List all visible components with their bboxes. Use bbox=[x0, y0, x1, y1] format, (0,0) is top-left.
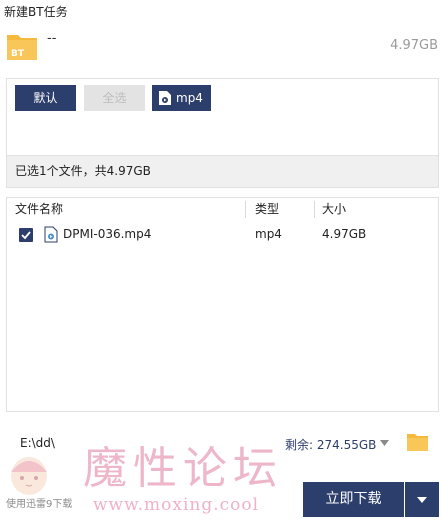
free-space[interactable]: 剩余: 274.55GB bbox=[285, 436, 376, 453]
column-header-name[interactable]: 文件名称 bbox=[15, 198, 63, 220]
browse-folder-button[interactable] bbox=[406, 432, 429, 452]
file-checkbox[interactable] bbox=[19, 228, 33, 242]
default-filter-button[interactable]: 默认 bbox=[15, 85, 76, 111]
video-file-icon bbox=[159, 91, 171, 105]
save-path[interactable]: E:\dd\ bbox=[20, 436, 55, 450]
bt-badge: BT bbox=[11, 49, 25, 59]
filter-panel: 默认 全选 mp4 bbox=[6, 78, 439, 156]
file-size: 4.97GB bbox=[322, 227, 367, 241]
task-name: -- bbox=[47, 31, 57, 46]
mp4-filter-button[interactable]: mp4 bbox=[152, 85, 211, 111]
file-table: 文件名称 类型 大小 DPMI-036.mp4 mp4 4.97GB bbox=[6, 197, 439, 412]
window-title: 新建BT任务 bbox=[4, 5, 68, 19]
dropdown-arrow-icon[interactable] bbox=[380, 440, 389, 446]
checkmark-icon bbox=[21, 231, 31, 240]
watermark-text: 魔性论坛 bbox=[83, 443, 283, 494]
total-size: 4.97GB bbox=[390, 38, 438, 53]
column-divider[interactable] bbox=[314, 201, 315, 218]
chevron-down-icon bbox=[417, 497, 427, 503]
table-row[interactable]: DPMI-036.mp4 mp4 4.97GB bbox=[7, 226, 438, 246]
file-type: mp4 bbox=[255, 227, 282, 241]
file-name: DPMI-036.mp4 bbox=[63, 227, 152, 241]
select-all-button[interactable]: 全选 bbox=[84, 85, 145, 111]
download-options-button[interactable] bbox=[405, 482, 439, 517]
watermark-url: www.moxing.cool bbox=[93, 495, 260, 515]
mp4-filter-label: mp4 bbox=[176, 91, 203, 105]
usage-hint: 使用迅雷9下载 bbox=[6, 499, 73, 510]
selection-summary: 已选1个文件，共4.97GB bbox=[6, 156, 439, 188]
column-header-size[interactable]: 大小 bbox=[322, 198, 346, 220]
video-file-icon bbox=[44, 226, 58, 243]
column-divider[interactable] bbox=[245, 201, 246, 218]
column-header-type[interactable]: 类型 bbox=[255, 198, 279, 220]
download-now-button[interactable]: 立即下载 bbox=[303, 482, 404, 517]
bt-folder-icon: BT bbox=[7, 35, 37, 60]
